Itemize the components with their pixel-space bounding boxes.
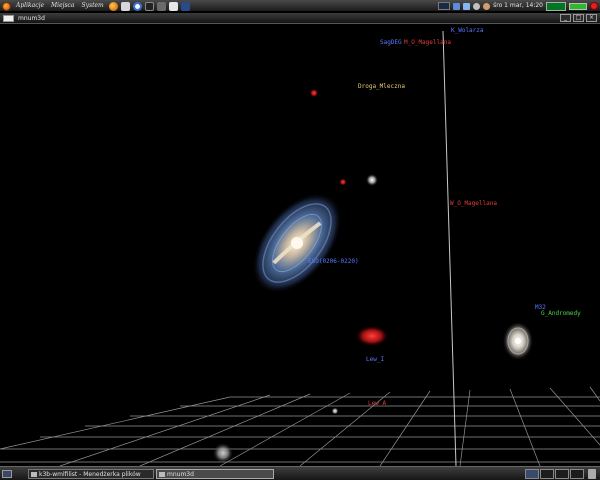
- workspace-4[interactable]: [570, 469, 584, 479]
- galaxy-3d-viewport[interactable]: K_Wolarza SagDEG M_O_Magellana Droga_Mle…: [0, 25, 600, 466]
- close-button[interactable]: ×: [586, 14, 597, 22]
- label-w-o-magellana[interactable]: W_O_Magellana: [450, 200, 497, 207]
- top-panel: Aplikacje Miejsca System śro 1 mar, 14:2…: [0, 0, 600, 12]
- label-sagdeg[interactable]: SagDEG: [380, 39, 402, 46]
- volume-icon[interactable]: [473, 2, 481, 10]
- workspace-1[interactable]: [525, 469, 539, 479]
- vertical-axis: [442, 30, 457, 466]
- galaxy-red-dot-1[interactable]: [310, 89, 318, 97]
- cpu-monitor-graph[interactable]: [546, 1, 566, 11]
- label-k-wolarza[interactable]: K_Wolarza: [451, 27, 484, 34]
- scene-canvas[interactable]: [0, 25, 600, 466]
- mail-icon[interactable]: [120, 1, 130, 11]
- label-lew-a[interactable]: Lew_A: [368, 400, 386, 407]
- window-title: mnum3d: [18, 15, 45, 22]
- terminal-icon[interactable]: [144, 1, 154, 11]
- galaxy-red-blob[interactable]: [356, 326, 388, 346]
- window-icon: [159, 472, 165, 477]
- user-icon[interactable]: [483, 2, 491, 10]
- help-icon[interactable]: [132, 1, 142, 11]
- label-g-andromedy[interactable]: G_Andromedy: [541, 310, 581, 317]
- minimize-button[interactable]: _: [560, 14, 571, 22]
- galaxy-grey-dot-2[interactable]: [331, 407, 339, 415]
- label-droga-mleczna[interactable]: Droga_Mleczna: [358, 83, 405, 90]
- galaxy-grey-dot-1[interactable]: [366, 174, 378, 186]
- maximize-button[interactable]: □: [573, 14, 584, 22]
- bottom-taskbar: k3b-wmlfilist - Menedżerka plików mnum3d: [0, 466, 600, 480]
- distro-logo-icon[interactable]: [2, 1, 11, 11]
- grid-floor: [0, 386, 600, 466]
- andromeda-galaxy[interactable]: [503, 322, 533, 360]
- battery-icon[interactable]: [569, 2, 587, 10]
- image-viewer-icon[interactable]: [180, 1, 190, 11]
- label-lew-i[interactable]: Lew_I: [366, 356, 384, 363]
- task-mnum3d[interactable]: mnum3d: [156, 469, 274, 479]
- workspace-switcher[interactable]: [525, 469, 596, 479]
- firefox-icon[interactable]: [108, 1, 118, 11]
- task-label: mnum3d: [167, 471, 194, 478]
- file-manager-icon[interactable]: [168, 1, 178, 11]
- workspace-3[interactable]: [555, 469, 569, 479]
- milky-way-galaxy[interactable]: [234, 176, 359, 309]
- galaxy-grey-dot-3[interactable]: [213, 443, 233, 463]
- network-icon[interactable]: [453, 2, 461, 10]
- workspace-2[interactable]: [540, 469, 554, 479]
- galaxy-red-dot-2[interactable]: [339, 178, 347, 186]
- label-m-o-magellana[interactable]: M_O_Magellana: [404, 39, 451, 46]
- power-icon[interactable]: [590, 2, 598, 10]
- folder-icon: [31, 472, 37, 477]
- label-eso[interactable]: ESO(0206-0220): [308, 258, 359, 265]
- menu-places[interactable]: Miejsca: [49, 0, 77, 12]
- menu-system[interactable]: System: [80, 0, 106, 12]
- window-titlebar[interactable]: mnum3d _ □ ×: [0, 13, 600, 24]
- show-desktop-button[interactable]: [2, 470, 12, 478]
- text-editor-icon[interactable]: [156, 1, 166, 11]
- screen-icon[interactable]: [438, 2, 451, 10]
- clock[interactable]: śro 1 mar, 14:20: [493, 0, 543, 12]
- menu-applications[interactable]: Aplikacje: [14, 0, 46, 12]
- task-label: k3b-wmlfilist - Menedżerka plików: [39, 471, 141, 478]
- window-app-icon[interactable]: [3, 15, 14, 22]
- task-file-manager[interactable]: k3b-wmlfilist - Menedżerka plików: [28, 469, 154, 479]
- update-icon[interactable]: [463, 2, 471, 10]
- trash-icon[interactable]: [588, 469, 596, 479]
